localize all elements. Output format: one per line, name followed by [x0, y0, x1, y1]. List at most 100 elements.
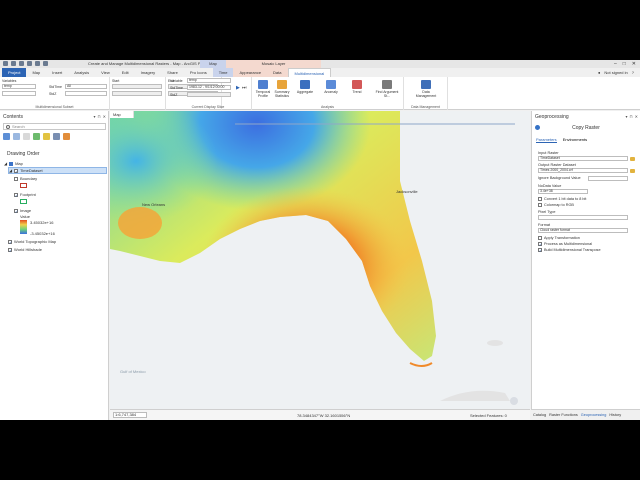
- start-z-field[interactable]: [112, 91, 162, 96]
- tab-map[interactable]: Map: [26, 68, 46, 77]
- list-by-perspective-icon[interactable]: [63, 133, 70, 140]
- image-checkbox[interactable]: ✓: [14, 208, 18, 213]
- list-by-selection-icon[interactable]: [23, 133, 30, 140]
- save-icon[interactable]: [19, 61, 24, 66]
- footprint-checkbox[interactable]: ✓: [14, 192, 18, 197]
- list-by-labeling-icon[interactable]: [53, 133, 60, 140]
- aggregate-button[interactable]: Aggregate: [296, 80, 314, 94]
- colormap-option[interactable]: Colormap to RGB: [538, 203, 574, 207]
- pane-options-icon[interactable]: ▾: [626, 114, 628, 119]
- list-by-source-icon[interactable]: [13, 133, 20, 140]
- nodata-field[interactable]: 3.4e+38: [538, 189, 588, 194]
- format-dropdown[interactable]: Cloud raster format: [538, 228, 628, 233]
- contents-search-input[interactable]: Search: [3, 123, 106, 130]
- tab-analysis[interactable]: Analysis: [68, 68, 95, 77]
- tab-view[interactable]: View: [95, 68, 116, 77]
- undo-icon[interactable]: [27, 61, 32, 66]
- map-view-tab[interactable]: Map: [110, 111, 134, 118]
- list-by-drawing-order-icon[interactable]: [3, 133, 10, 140]
- world-hillshade-checkbox[interactable]: ✓: [8, 247, 12, 252]
- customize-icon[interactable]: [43, 61, 48, 66]
- pin-icon[interactable]: ⊓: [630, 114, 633, 119]
- boundary-checkbox[interactable]: [14, 176, 18, 181]
- open-icon[interactable]: [11, 61, 16, 66]
- close-pane-icon[interactable]: ✕: [103, 114, 106, 119]
- tab-project[interactable]: Project: [2, 68, 27, 77]
- stdz-dropdown[interactable]: [65, 91, 107, 96]
- temporal-profile-button[interactable]: Temporal Profile: [254, 80, 272, 98]
- process-md-checkbox[interactable]: ✓: [538, 242, 542, 247]
- colormap-checkbox[interactable]: [538, 203, 542, 207]
- folder-icon[interactable]: [630, 169, 635, 173]
- find-argument-button[interactable]: Find Argument St...: [374, 80, 400, 98]
- tab-edit[interactable]: Edit: [116, 68, 135, 77]
- ignore-background-field[interactable]: [588, 176, 628, 181]
- navigator-icon[interactable]: [510, 397, 518, 405]
- scale-dropdown[interactable]: 1:6,747,384: [113, 412, 147, 418]
- map-canvas[interactable]: New Orleans Jacksonville Gulf of Mexico: [110, 111, 530, 409]
- tab-catalog[interactable]: Catalog: [533, 413, 546, 417]
- anomaly-button[interactable]: Anomaly: [322, 80, 340, 94]
- expand-arrow-icon[interactable]: ◢: [4, 161, 7, 166]
- expand-arrow-icon[interactable]: ◢: [9, 168, 12, 173]
- pane-options-icon[interactable]: ▾: [94, 114, 96, 119]
- apply-transform-checkbox[interactable]: [538, 236, 542, 240]
- build-transpose-checkbox[interactable]: ✓: [538, 248, 542, 253]
- tree-item-time-dataset[interactable]: ◢ ✓ TimeDataset: [8, 167, 107, 174]
- data-management-button[interactable]: Data Management: [412, 80, 440, 98]
- input-raster-dropdown[interactable]: TimeDataset: [538, 156, 628, 161]
- new-project-icon[interactable]: [3, 61, 8, 66]
- tree-item-world-topo[interactable]: ✓ World Topographic Map: [8, 239, 56, 244]
- user-icon[interactable]: ●: [598, 70, 600, 75]
- tab-insert[interactable]: Insert: [46, 68, 68, 77]
- apply-transform-option[interactable]: Apply Transformation: [538, 236, 580, 240]
- sign-in-status[interactable]: Not signed in: [604, 70, 627, 75]
- output-raster-field[interactable]: Times 2000_2004.crf: [538, 168, 628, 173]
- step-icon[interactable]: ⏭: [242, 85, 247, 91]
- folder-icon[interactable]: [630, 157, 635, 161]
- build-transpose-option[interactable]: ✓ Build Multidimensional Transpose: [538, 248, 601, 253]
- stdtime-dropdown[interactable]: All: [65, 84, 107, 89]
- tab-history[interactable]: History: [609, 413, 621, 417]
- play-icon[interactable]: ▶: [236, 85, 240, 91]
- close-button[interactable]: ✕: [632, 61, 636, 67]
- summary-statistics-button[interactable]: Summary Statistics: [273, 80, 291, 98]
- tab-geoprocessing[interactable]: Geoprocessing: [581, 413, 607, 417]
- world-topo-checkbox[interactable]: ✓: [8, 239, 12, 244]
- tree-item-map[interactable]: ◢ Map: [4, 161, 23, 166]
- tree-item-footprint[interactable]: ✓ Footprint: [14, 192, 36, 197]
- minimize-button[interactable]: –: [614, 61, 617, 67]
- stdz2-dropdown[interactable]: [187, 92, 231, 97]
- tree-item-world-hillshade[interactable]: ✓ World Hillshade: [8, 247, 42, 252]
- start-field[interactable]: [112, 84, 162, 89]
- time-dataset-checkbox[interactable]: ✓: [14, 168, 18, 173]
- close-pane-icon[interactable]: ✕: [635, 114, 638, 119]
- tab-data[interactable]: Data: [267, 68, 288, 77]
- pin-icon[interactable]: ⊓: [98, 114, 101, 119]
- tab-pro-icons[interactable]: Pro Icons: [184, 68, 213, 77]
- pixel-type-dropdown[interactable]: [538, 215, 628, 220]
- tab-imagery[interactable]: Imagery: [135, 68, 161, 77]
- tab-environments[interactable]: Environments: [563, 137, 587, 143]
- list-by-snapping-icon[interactable]: [43, 133, 50, 140]
- trend-button[interactable]: Trend: [348, 80, 366, 94]
- variables-extra-field[interactable]: [2, 91, 36, 96]
- map-view[interactable]: New Orleans Jacksonville Gulf of Mexico: [110, 111, 530, 409]
- tab-multidimensional[interactable]: Multidimensional: [287, 68, 332, 77]
- tab-time[interactable]: Time: [212, 68, 234, 77]
- process-md-option[interactable]: ✓ Process as Multidimensional: [538, 242, 592, 247]
- help-icon[interactable]: ?: [632, 70, 634, 75]
- variables-dropdown[interactable]: temp: [2, 84, 36, 89]
- tab-raster-functions[interactable]: Raster Functions: [549, 413, 578, 417]
- convert-1bit-checkbox[interactable]: [538, 197, 542, 201]
- redo-icon[interactable]: [35, 61, 40, 66]
- tree-item-boundary[interactable]: Boundary: [14, 176, 37, 181]
- convert-1bit-option[interactable]: Convert 1 bit data to 8 bit: [538, 197, 586, 201]
- tree-item-image[interactable]: ✓ Image: [14, 208, 31, 213]
- tab-appearance[interactable]: Appearance: [233, 68, 268, 77]
- tab-parameters[interactable]: Parameters: [536, 137, 557, 143]
- time-dropdown[interactable]: 1983-12 - 9/1/12:00:00: [187, 85, 231, 90]
- list-by-editing-icon[interactable]: [33, 133, 40, 140]
- variable-dropdown[interactable]: temp: [187, 78, 231, 83]
- tab-share[interactable]: Share: [161, 68, 184, 77]
